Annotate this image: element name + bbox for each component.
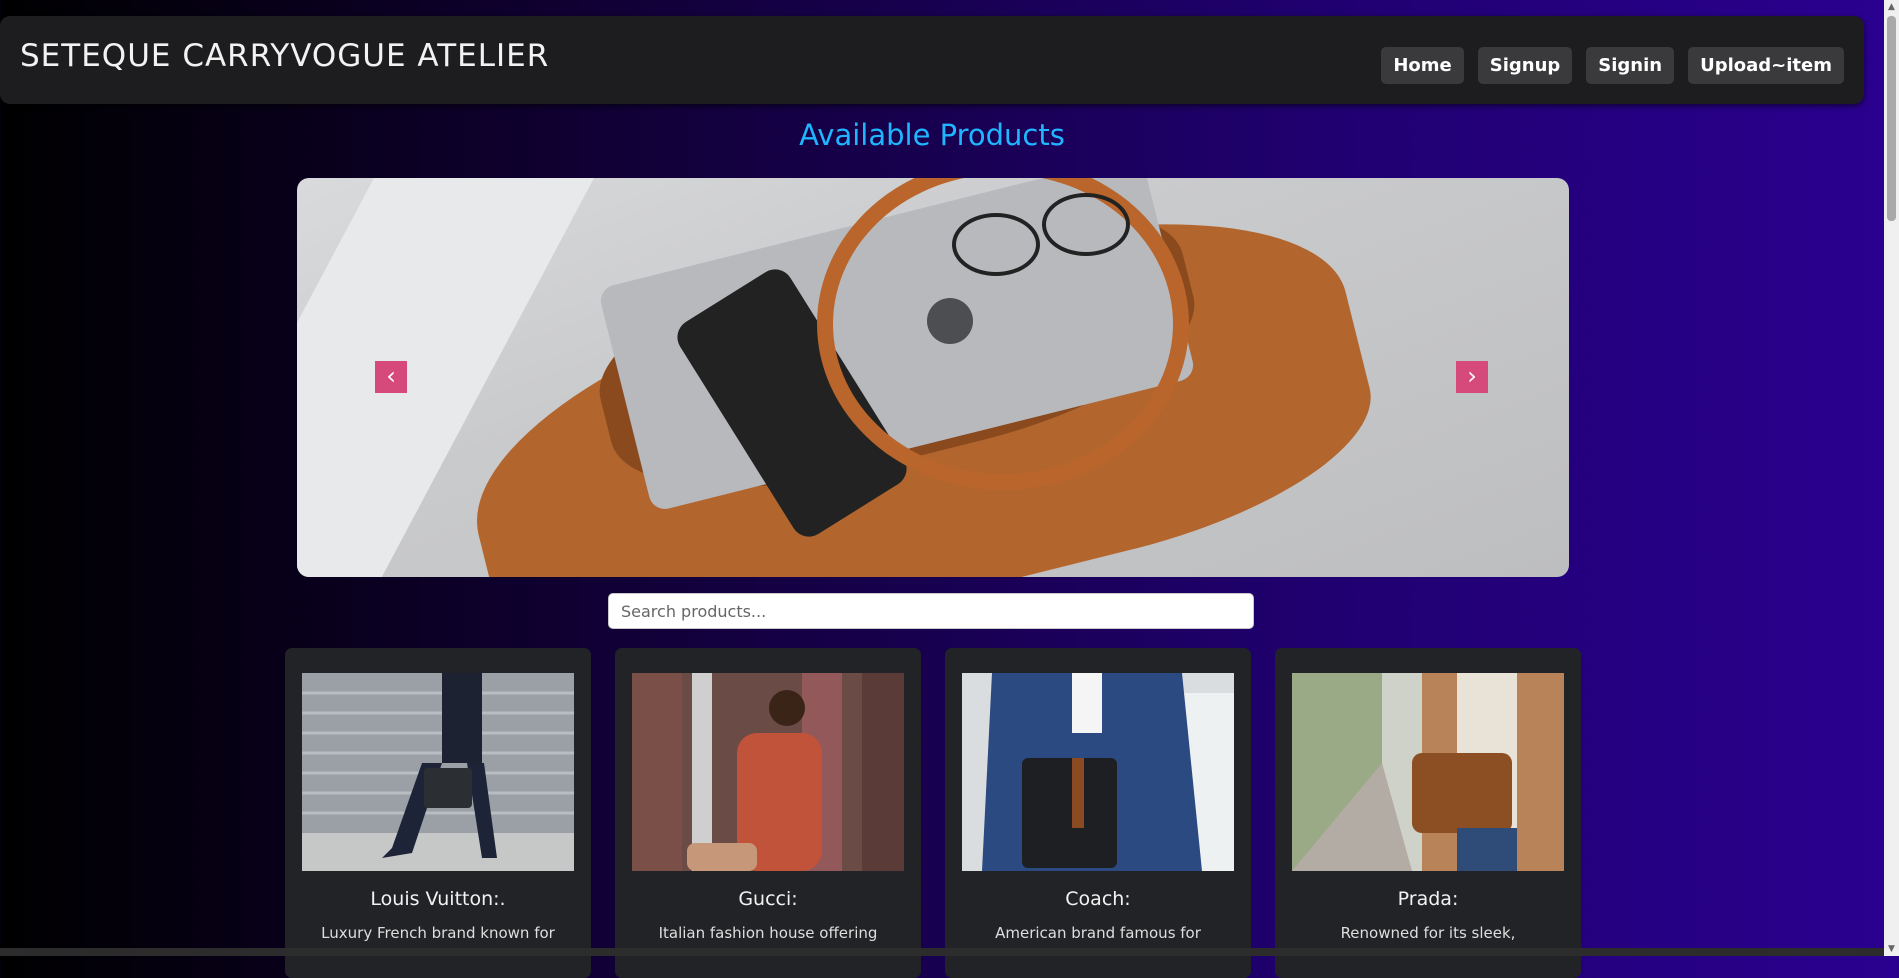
product-image [1292, 673, 1564, 871]
product-carousel [297, 178, 1569, 577]
chevron-right-icon: › [1467, 362, 1477, 390]
taskbar [0, 948, 1884, 956]
product-card[interactable]: Gucci: Italian fashion house offering [615, 648, 921, 978]
scroll-down-arrow-icon[interactable]: ▼ [1884, 942, 1899, 956]
nav-home-button[interactable]: Home [1381, 47, 1464, 84]
product-description: Italian fashion house offering [658, 924, 878, 942]
nav-upload-item-button[interactable]: Upload~item [1688, 47, 1844, 84]
page-scrollbar[interactable]: ▲ ▼ [1884, 0, 1899, 956]
product-image [962, 673, 1234, 871]
nav-signup-button[interactable]: Signup [1477, 47, 1573, 84]
page-heading: Available Products [799, 118, 1065, 152]
brand-title: SETEQUE CARRYVOGUE ATELIER [20, 38, 550, 74]
product-description: Renowned for its sleek, [1340, 924, 1516, 942]
product-image [632, 673, 904, 871]
product-description: American brand famous for [995, 924, 1201, 942]
nav-links: Home Signup Signin Upload~item [1381, 47, 1844, 84]
scrollbar-thumb[interactable] [1887, 16, 1896, 221]
product-card[interactable]: Coach: American brand famous for [945, 648, 1251, 978]
product-name: Louis Vuitton:. [370, 888, 506, 910]
chevron-left-icon: ‹ [386, 362, 396, 390]
product-card[interactable]: Louis Vuitton:. Luxury French brand know… [285, 648, 591, 978]
product-name: Prada: [1397, 888, 1459, 910]
product-card[interactable]: Prada: Renowned for its sleek, [1275, 648, 1581, 978]
carousel-next-button[interactable]: › [1456, 361, 1488, 393]
scroll-up-arrow-icon[interactable]: ▲ [1884, 0, 1899, 14]
product-name: Coach: [1065, 888, 1131, 910]
product-name: Gucci: [738, 888, 798, 910]
search-input[interactable] [608, 593, 1254, 629]
product-image [302, 673, 574, 871]
navbar: SETEQUE CARRYVOGUE ATELIER Home Signup S… [0, 16, 1864, 104]
nav-signin-button[interactable]: Signin [1586, 47, 1675, 84]
product-description: Luxury French brand known for [321, 924, 555, 942]
carousel-prev-button[interactable]: ‹ [375, 361, 407, 393]
